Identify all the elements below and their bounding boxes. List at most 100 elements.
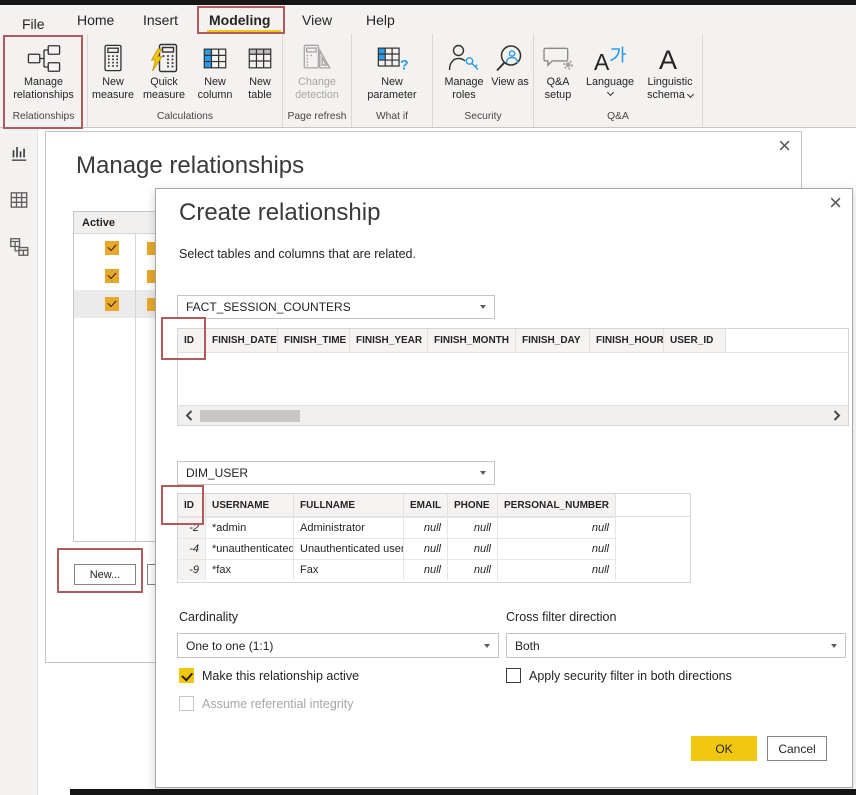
table-cell: Fax <box>294 559 404 580</box>
table2-select[interactable]: DIM_USER <box>177 461 495 485</box>
dropdown-caret-icon <box>480 305 486 309</box>
table1-preview: ID FINISH_DATE FINISH_TIME FINISH_YEAR F… <box>177 328 849 426</box>
horizontal-scrollbar[interactable] <box>178 405 848 425</box>
menu-tab-modeling[interactable]: Modeling <box>209 12 270 28</box>
qa-setup-button[interactable]: Q&A setup <box>535 39 581 101</box>
ribbon-empty-space <box>703 34 856 127</box>
dropdown-caret-icon <box>831 644 837 648</box>
menu-tab-view[interactable]: View <box>302 12 332 28</box>
active-checkbox[interactable] <box>105 269 119 283</box>
column-header[interactable]: ID <box>178 329 206 353</box>
change-detection-icon <box>301 40 333 76</box>
table-cell: null <box>404 538 448 559</box>
scroll-right-icon[interactable] <box>830 408 844 424</box>
ribbon-button-label: Language <box>586 76 634 89</box>
table-cell: -9 <box>178 559 206 580</box>
checkbox-unchecked-icon[interactable] <box>506 668 521 683</box>
cardinality-value: One to one (1:1) <box>186 639 273 653</box>
menu-tab-file[interactable]: File <box>22 16 45 32</box>
ribbon-button-label: Manage roles <box>437 76 491 101</box>
checkbox-checked-icon[interactable] <box>179 668 194 683</box>
manage-relationships-button[interactable]: Manage relationships <box>4 39 84 101</box>
column-header[interactable]: EMAIL <box>404 494 448 517</box>
column-header[interactable]: PHONE <box>448 494 498 517</box>
security-filter-checkbox-row[interactable]: Apply security filter in both directions <box>506 668 732 683</box>
scrollbar-thumb[interactable] <box>200 410 300 422</box>
ribbon-group-label: Relationships <box>0 110 87 127</box>
new-parameter-icon: ? <box>376 40 408 76</box>
ribbon-group-what-if: ? New parameter What if <box>352 34 433 127</box>
row-filler <box>616 559 690 580</box>
ribbon-group-qa: Q&A setup A Language <box>534 34 703 127</box>
table-cell: Administrator <box>294 517 404 538</box>
table1-select[interactable]: FACT_SESSION_COUNTERS <box>177 295 495 319</box>
ribbon-button-label: View as <box>491 76 529 89</box>
new-measure-button[interactable]: New measure <box>89 39 137 101</box>
active-checkbox[interactable] <box>105 297 119 311</box>
cardinality-label: Cardinality <box>179 610 238 624</box>
data-view-icon[interactable] <box>8 189 30 216</box>
column-header[interactable]: FINISH_YEAR <box>350 329 428 353</box>
cancel-button[interactable]: Cancel <box>767 736 827 761</box>
new-parameter-button[interactable]: ? New parameter <box>358 39 426 101</box>
column-header[interactable]: ID <box>178 494 206 517</box>
table-row: -2 *admin Administrator null null null <box>178 517 690 538</box>
ok-button[interactable]: OK <box>691 736 757 761</box>
ribbon-button-label: Linguistic schema <box>639 76 701 101</box>
report-view-icon[interactable] <box>8 142 30 169</box>
row-filler <box>616 517 690 538</box>
column-header[interactable]: FINISH_DAY <box>516 329 590 353</box>
table-cell: null <box>448 517 498 538</box>
close-icon[interactable]: × <box>778 134 791 158</box>
menu-tab-help[interactable]: Help <box>366 12 395 28</box>
create-relationship-dialog: Create relationship × Select tables and … <box>155 188 853 788</box>
language-button[interactable]: A Language <box>581 39 639 95</box>
window-bottom-strip <box>70 789 856 795</box>
linguistic-schema-icon: A <box>657 40 683 76</box>
linguistic-schema-button[interactable]: A Linguistic schema <box>639 39 701 101</box>
make-active-checkbox-row[interactable]: Make this relationship active <box>179 668 359 683</box>
quick-measure-button[interactable]: Quick measure <box>137 39 191 101</box>
cross-filter-select[interactable]: Both <box>506 633 846 658</box>
ribbon-group-page-refresh: Change detection Page refresh <box>283 34 352 127</box>
view-as-button[interactable]: View as <box>491 39 529 89</box>
column-header[interactable]: FINISH_HOUR <box>590 329 664 353</box>
column-divider <box>135 234 136 541</box>
column-header[interactable]: USER_ID <box>664 329 726 353</box>
active-checkbox[interactable] <box>105 241 119 255</box>
new-column-button[interactable]: New column <box>191 39 239 101</box>
ribbon-group-security: Manage roles View as Security <box>433 34 534 127</box>
menu-tab-home[interactable]: Home <box>77 12 114 28</box>
column-header[interactable]: FINISH_MONTH <box>428 329 516 353</box>
scroll-left-icon[interactable] <box>182 408 196 424</box>
manage-relationships-icon <box>27 40 61 76</box>
table-cell: -2 <box>178 517 206 538</box>
header-filler <box>726 329 848 353</box>
column-header[interactable]: USERNAME <box>206 494 294 517</box>
close-icon[interactable]: × <box>829 191 842 215</box>
checkbox-label: Apply security filter in both directions <box>529 669 732 683</box>
calculator-icon <box>99 40 127 76</box>
column-header-active: Active <box>74 217 115 229</box>
table2-select-value: DIM_USER <box>186 466 248 480</box>
ribbon-button-label: Q&A setup <box>535 76 581 101</box>
menu-tab-insert[interactable]: Insert <box>143 12 178 28</box>
new-relationship-button[interactable]: New... <box>74 564 136 585</box>
cross-filter-label: Cross filter direction <box>506 610 616 624</box>
table-cell: *admin <box>206 517 294 538</box>
cardinality-select[interactable]: One to one (1:1) <box>177 633 499 658</box>
column-header[interactable]: FINISH_DATE <box>206 329 278 353</box>
cross-filter-value: Both <box>515 639 540 653</box>
checkbox-disabled-icon <box>179 696 194 711</box>
column-header[interactable]: PERSONAL_NUMBER <box>498 494 616 517</box>
column-header[interactable]: FULLNAME <box>294 494 404 517</box>
new-table-button[interactable]: New table <box>239 39 281 101</box>
manage-roles-button[interactable]: Manage roles <box>437 39 491 101</box>
table-cell: -4 <box>178 538 206 559</box>
table-cell: null <box>448 538 498 559</box>
model-view-icon[interactable] <box>8 236 30 263</box>
ribbon-button-label: New column <box>191 76 239 101</box>
active-tab-underline <box>207 30 281 33</box>
ribbon-button-label: Quick measure <box>137 76 191 101</box>
column-header[interactable]: FINISH_TIME <box>278 329 350 353</box>
